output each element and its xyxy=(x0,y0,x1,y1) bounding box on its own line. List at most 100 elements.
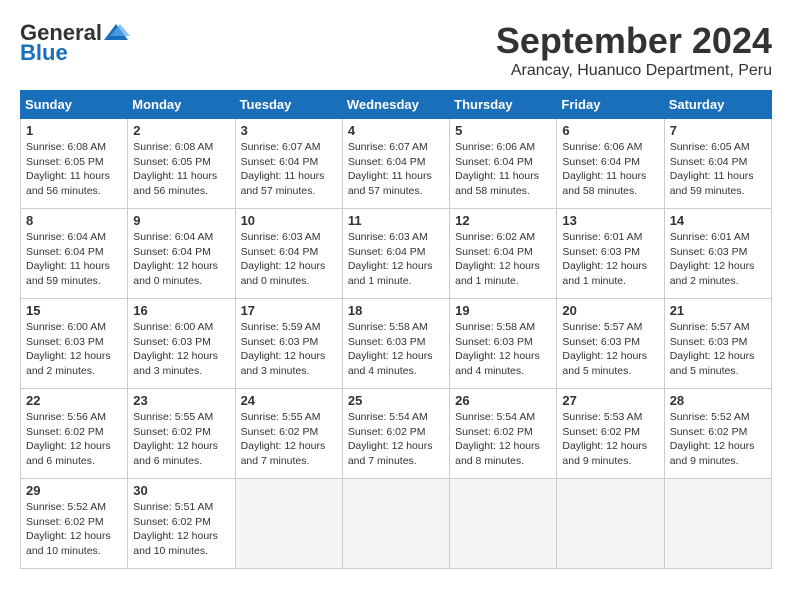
sunrise-text: Sunrise: 5:51 AM xyxy=(133,501,213,513)
day-info: Sunrise: 5:52 AM Sunset: 6:02 PM Dayligh… xyxy=(26,500,122,559)
sunrise-text: Sunrise: 6:03 AM xyxy=(348,231,428,243)
day-number: 28 xyxy=(670,393,766,408)
empty-cell xyxy=(664,479,771,569)
daylight-text: Daylight: 12 hours and 1 minute. xyxy=(348,260,433,287)
day-info: Sunrise: 6:00 AM Sunset: 6:03 PM Dayligh… xyxy=(26,320,122,379)
day-info: Sunrise: 5:54 AM Sunset: 6:02 PM Dayligh… xyxy=(455,410,551,469)
day-cell-27: 27 Sunrise: 5:53 AM Sunset: 6:02 PM Dayl… xyxy=(557,389,664,479)
day-cell-10: 10 Sunrise: 6:03 AM Sunset: 6:04 PM Dayl… xyxy=(235,209,342,299)
day-info: Sunrise: 6:02 AM Sunset: 6:04 PM Dayligh… xyxy=(455,230,551,289)
day-cell-29: 29 Sunrise: 5:52 AM Sunset: 6:02 PM Dayl… xyxy=(21,479,128,569)
sunrise-text: Sunrise: 6:07 AM xyxy=(241,141,321,153)
daylight-text: Daylight: 12 hours and 6 minutes. xyxy=(26,440,111,467)
day-number: 27 xyxy=(562,393,658,408)
sunrise-text: Sunrise: 6:07 AM xyxy=(348,141,428,153)
col-monday: Monday xyxy=(128,91,235,119)
day-cell-6: 6 Sunrise: 6:06 AM Sunset: 6:04 PM Dayli… xyxy=(557,119,664,209)
daylight-text: Daylight: 12 hours and 9 minutes. xyxy=(670,440,755,467)
daylight-text: Daylight: 12 hours and 8 minutes. xyxy=(455,440,540,467)
logo-icon xyxy=(102,22,130,44)
daylight-text: Daylight: 12 hours and 1 minute. xyxy=(455,260,540,287)
day-info: Sunrise: 6:03 AM Sunset: 6:04 PM Dayligh… xyxy=(241,230,337,289)
sunset-text: Sunset: 6:03 PM xyxy=(455,336,533,348)
day-cell-28: 28 Sunrise: 5:52 AM Sunset: 6:02 PM Dayl… xyxy=(664,389,771,479)
day-cell-20: 20 Sunrise: 5:57 AM Sunset: 6:03 PM Dayl… xyxy=(557,299,664,389)
empty-cell xyxy=(450,479,557,569)
day-cell-11: 11 Sunrise: 6:03 AM Sunset: 6:04 PM Dayl… xyxy=(342,209,449,299)
sunrise-text: Sunrise: 6:04 AM xyxy=(26,231,106,243)
day-info: Sunrise: 5:54 AM Sunset: 6:02 PM Dayligh… xyxy=(348,410,444,469)
sunrise-text: Sunrise: 5:58 AM xyxy=(455,321,535,333)
sunrise-text: Sunrise: 6:02 AM xyxy=(455,231,535,243)
daylight-text: Daylight: 11 hours and 59 minutes. xyxy=(26,260,110,287)
daylight-text: Daylight: 12 hours and 2 minutes. xyxy=(670,260,755,287)
day-cell-7: 7 Sunrise: 6:05 AM Sunset: 6:04 PM Dayli… xyxy=(664,119,771,209)
title-section: September 2024 Arancay, Huanuco Departme… xyxy=(496,20,772,80)
sunrise-text: Sunrise: 6:04 AM xyxy=(133,231,213,243)
day-number: 18 xyxy=(348,303,444,318)
daylight-text: Daylight: 12 hours and 2 minutes. xyxy=(26,350,111,377)
day-number: 29 xyxy=(26,483,122,498)
day-number: 26 xyxy=(455,393,551,408)
sunset-text: Sunset: 6:02 PM xyxy=(241,426,319,438)
day-number: 16 xyxy=(133,303,229,318)
day-info: Sunrise: 5:55 AM Sunset: 6:02 PM Dayligh… xyxy=(241,410,337,469)
day-info: Sunrise: 6:00 AM Sunset: 6:03 PM Dayligh… xyxy=(133,320,229,379)
sunset-text: Sunset: 6:04 PM xyxy=(241,246,319,258)
day-info: Sunrise: 6:03 AM Sunset: 6:04 PM Dayligh… xyxy=(348,230,444,289)
day-cell-5: 5 Sunrise: 6:06 AM Sunset: 6:04 PM Dayli… xyxy=(450,119,557,209)
day-info: Sunrise: 6:04 AM Sunset: 6:04 PM Dayligh… xyxy=(133,230,229,289)
week-row-2: 8 Sunrise: 6:04 AM Sunset: 6:04 PM Dayli… xyxy=(21,209,772,299)
day-info: Sunrise: 6:06 AM Sunset: 6:04 PM Dayligh… xyxy=(562,140,658,199)
col-thursday: Thursday xyxy=(450,91,557,119)
day-number: 7 xyxy=(670,123,766,138)
daylight-text: Daylight: 11 hours and 56 minutes. xyxy=(133,170,217,197)
sunset-text: Sunset: 6:03 PM xyxy=(348,336,426,348)
daylight-text: Daylight: 12 hours and 3 minutes. xyxy=(241,350,326,377)
day-number: 30 xyxy=(133,483,229,498)
day-cell-2: 2 Sunrise: 6:08 AM Sunset: 6:05 PM Dayli… xyxy=(128,119,235,209)
day-number: 22 xyxy=(26,393,122,408)
daylight-text: Daylight: 11 hours and 58 minutes. xyxy=(562,170,646,197)
daylight-text: Daylight: 11 hours and 58 minutes. xyxy=(455,170,539,197)
day-info: Sunrise: 6:01 AM Sunset: 6:03 PM Dayligh… xyxy=(670,230,766,289)
day-info: Sunrise: 5:53 AM Sunset: 6:02 PM Dayligh… xyxy=(562,410,658,469)
day-number: 2 xyxy=(133,123,229,138)
day-info: Sunrise: 6:05 AM Sunset: 6:04 PM Dayligh… xyxy=(670,140,766,199)
sunset-text: Sunset: 6:04 PM xyxy=(455,246,533,258)
sunrise-text: Sunrise: 6:06 AM xyxy=(562,141,642,153)
daylight-text: Daylight: 12 hours and 10 minutes. xyxy=(133,530,218,557)
day-info: Sunrise: 5:58 AM Sunset: 6:03 PM Dayligh… xyxy=(348,320,444,379)
day-info: Sunrise: 6:07 AM Sunset: 6:04 PM Dayligh… xyxy=(241,140,337,199)
day-info: Sunrise: 5:52 AM Sunset: 6:02 PM Dayligh… xyxy=(670,410,766,469)
day-number: 12 xyxy=(455,213,551,228)
daylight-text: Daylight: 12 hours and 6 minutes. xyxy=(133,440,218,467)
day-info: Sunrise: 6:08 AM Sunset: 6:05 PM Dayligh… xyxy=(133,140,229,199)
week-row-1: 1 Sunrise: 6:08 AM Sunset: 6:05 PM Dayli… xyxy=(21,119,772,209)
sunrise-text: Sunrise: 5:55 AM xyxy=(133,411,213,423)
day-cell-15: 15 Sunrise: 6:00 AM Sunset: 6:03 PM Dayl… xyxy=(21,299,128,389)
day-number: 11 xyxy=(348,213,444,228)
daylight-text: Daylight: 12 hours and 0 minutes. xyxy=(133,260,218,287)
col-tuesday: Tuesday xyxy=(235,91,342,119)
sunset-text: Sunset: 6:04 PM xyxy=(562,156,640,168)
day-info: Sunrise: 5:56 AM Sunset: 6:02 PM Dayligh… xyxy=(26,410,122,469)
sunset-text: Sunset: 6:04 PM xyxy=(133,246,211,258)
day-number: 14 xyxy=(670,213,766,228)
sunset-text: Sunset: 6:05 PM xyxy=(26,156,104,168)
day-cell-3: 3 Sunrise: 6:07 AM Sunset: 6:04 PM Dayli… xyxy=(235,119,342,209)
sunset-text: Sunset: 6:02 PM xyxy=(455,426,533,438)
empty-cell xyxy=(235,479,342,569)
sunset-text: Sunset: 6:03 PM xyxy=(670,246,748,258)
sunrise-text: Sunrise: 5:58 AM xyxy=(348,321,428,333)
week-row-5: 29 Sunrise: 5:52 AM Sunset: 6:02 PM Dayl… xyxy=(21,479,772,569)
sunrise-text: Sunrise: 6:08 AM xyxy=(26,141,106,153)
month-title: September 2024 xyxy=(496,20,772,62)
day-cell-16: 16 Sunrise: 6:00 AM Sunset: 6:03 PM Dayl… xyxy=(128,299,235,389)
day-cell-12: 12 Sunrise: 6:02 AM Sunset: 6:04 PM Dayl… xyxy=(450,209,557,299)
day-cell-1: 1 Sunrise: 6:08 AM Sunset: 6:05 PM Dayli… xyxy=(21,119,128,209)
sunset-text: Sunset: 6:03 PM xyxy=(26,336,104,348)
sunset-text: Sunset: 6:03 PM xyxy=(562,246,640,258)
day-number: 19 xyxy=(455,303,551,318)
day-number: 1 xyxy=(26,123,122,138)
